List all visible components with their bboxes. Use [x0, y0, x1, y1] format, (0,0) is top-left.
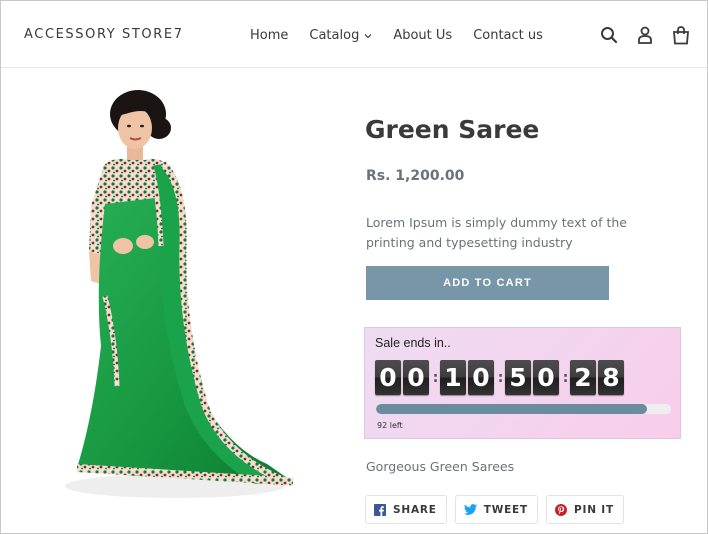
tweet-label: TWEET — [483, 503, 528, 516]
countdown-digit: 0 — [375, 360, 401, 395]
stock-left-text: 92 left — [377, 421, 403, 430]
countdown-days: 0 0 — [375, 360, 431, 395]
pin-label: PIN IT — [574, 503, 614, 516]
cart-icon[interactable] — [671, 25, 691, 45]
countdown-separator: : — [562, 369, 569, 386]
product-title: Green Saree — [365, 115, 540, 144]
pinterest-icon — [555, 503, 567, 516]
product-image[interactable] — [55, 86, 295, 516]
nav-about[interactable]: About Us — [393, 28, 452, 43]
countdown-digits: 0 0 : 1 0 : 5 0 : 2 8 — [375, 360, 626, 395]
stock-progress-fill — [376, 404, 648, 414]
product-description: Lorem Ipsum is simply dummy text of the … — [366, 215, 627, 250]
search-icon[interactable] — [599, 25, 619, 45]
countdown-digit: 8 — [598, 360, 624, 395]
nav-catalog-label: Catalog — [309, 28, 360, 43]
share-label: SHARE — [393, 503, 437, 516]
nav-contact-label: Contact us — [473, 28, 543, 43]
countdown-separator: : — [497, 369, 504, 386]
site-header: ACCESSORY STORE7 Home Catalog About Us C… — [1, 1, 707, 68]
product-subtext: Gorgeous Green Sarees — [366, 459, 515, 474]
header-icons — [583, 25, 691, 45]
nav-contact[interactable]: Contact us — [473, 28, 543, 43]
share-twitter-button[interactable]: TWEET — [454, 495, 538, 524]
product-price: Rs. 1,200.00 — [366, 168, 465, 184]
countdown-digit: 0 — [403, 360, 429, 395]
share-pinterest-button[interactable]: PIN IT — [546, 495, 624, 524]
add-to-cart-button[interactable]: ADD TO CART — [366, 266, 609, 300]
countdown-digit: 5 — [505, 360, 531, 395]
sale-countdown: Sale ends in.. 0 0 : 1 0 : 5 0 : 2 8 92 … — [364, 327, 681, 439]
main-nav: Home Catalog About Us Contact us — [250, 28, 564, 43]
social-share-row: SHARE TWEET PIN IT — [365, 495, 632, 524]
twitter-icon — [463, 504, 477, 515]
facebook-icon — [374, 503, 386, 516]
sale-ends-label: Sale ends in.. — [375, 336, 451, 350]
countdown-hours: 1 0 — [440, 360, 496, 395]
countdown-separator: : — [432, 369, 439, 386]
countdown-seconds: 2 8 — [570, 360, 626, 395]
nav-home-label: Home — [250, 28, 289, 43]
countdown-digit: 2 — [570, 360, 596, 395]
countdown-minutes: 5 0 — [505, 360, 561, 395]
stock-progress-bar — [376, 404, 671, 414]
nav-about-label: About Us — [393, 28, 453, 43]
chevron-down-icon — [364, 28, 372, 43]
countdown-digit: 0 — [468, 360, 494, 395]
share-facebook-button[interactable]: SHARE — [365, 495, 447, 524]
countdown-digit: 1 — [440, 360, 466, 395]
account-icon[interactable] — [635, 25, 655, 45]
nav-catalog[interactable]: Catalog — [309, 28, 372, 43]
store-logo[interactable]: ACCESSORY STORE7 — [24, 27, 184, 42]
nav-home[interactable]: Home — [250, 28, 288, 43]
countdown-digit: 0 — [533, 360, 559, 395]
